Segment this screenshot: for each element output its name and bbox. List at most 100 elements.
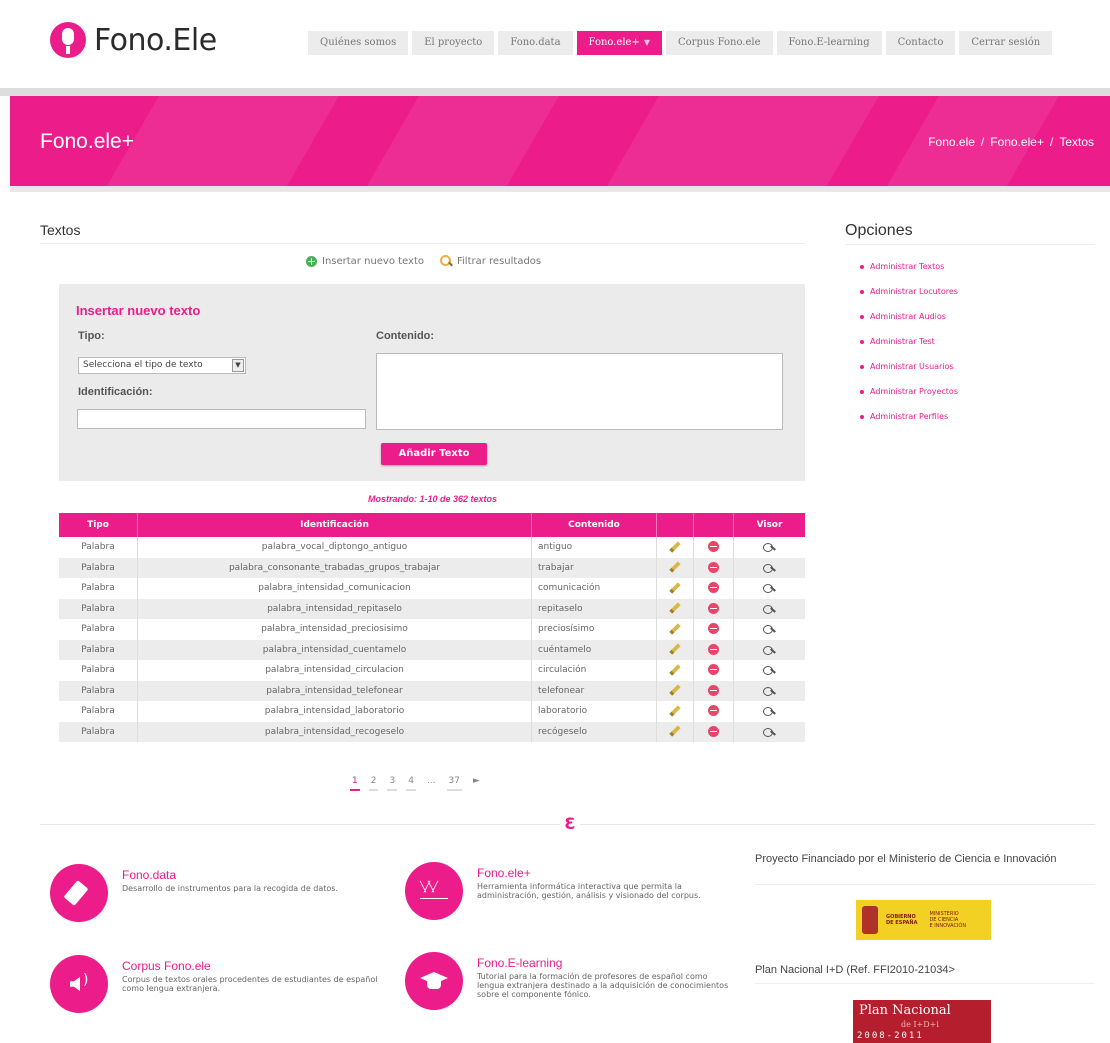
delete-button[interactable] — [694, 619, 734, 640]
texts-table: Tipo Identificación Contenido Visor Pala… — [59, 513, 805, 742]
cell-contenido: comunicación — [532, 578, 657, 599]
page-link-2[interactable]: 2 — [368, 776, 379, 791]
magnifier-icon — [763, 563, 776, 573]
view-button[interactable] — [734, 619, 805, 640]
sidebar-item-administrar-usuarios[interactable]: Administrar Usuarios — [860, 354, 958, 379]
contenido-textarea[interactable] — [376, 353, 783, 430]
header-divider — [0, 88, 1110, 96]
view-button[interactable] — [734, 599, 805, 620]
delete-button[interactable] — [694, 639, 734, 660]
delete-button[interactable] — [694, 578, 734, 599]
feature-fono-e-learning[interactable]: Fono.E-learning Tutorial para la formaci… — [405, 952, 735, 1010]
magnifier-icon — [763, 665, 776, 675]
nav-item-corpus-fono-ele[interactable]: Corpus Fono.ele — [666, 31, 773, 55]
feature-desc: Desarrollo de instrumentos para la recog… — [122, 884, 339, 893]
nav-item-label: Cerrar sesión — [971, 37, 1041, 48]
delete-icon — [708, 602, 719, 614]
pagination: 1 2 3 4... 37 ► — [350, 776, 482, 791]
cell-identificacion: palabra_consonante_trabadas_grupos_traba… — [138, 557, 532, 578]
sidebar-item-administrar-test[interactable]: Administrar Test — [860, 329, 958, 354]
insert-text-link[interactable]: Insertar nuevo texto — [306, 255, 424, 267]
delete-button[interactable] — [694, 721, 734, 742]
breadcrumb-separator: / — [1049, 135, 1054, 149]
next-page-icon[interactable]: ► — [471, 776, 482, 791]
identificacion-input[interactable] — [77, 409, 366, 429]
feature-corpus-fono-ele[interactable]: Corpus Fono.ele Corpus de textos orales … — [50, 955, 380, 1013]
view-button[interactable] — [734, 640, 805, 661]
view-button[interactable] — [734, 558, 805, 579]
nav-item-cerrar-sesi-n[interactable]: Cerrar sesión — [959, 31, 1053, 55]
sidebar-item-administrar-textos[interactable]: Administrar Textos — [860, 254, 958, 279]
edit-button[interactable] — [657, 701, 694, 722]
sidebar-item-administrar-perfiles[interactable]: Administrar Perfiles — [860, 404, 958, 429]
page-link-last[interactable]: 37 — [446, 776, 462, 791]
cell-contenido: preciosísimo — [532, 619, 657, 640]
table-row: Palabra palabra_vocal_diptongo_antiguo ant… — [59, 537, 805, 558]
delete-icon — [708, 582, 719, 593]
breadcrumb-home[interactable]: Fono.ele — [928, 135, 975, 149]
nav-item-label: Contacto — [897, 37, 944, 48]
insert-text-label: Insertar nuevo texto — [322, 255, 424, 267]
tipo-select-value: Selecciona el tipo de texto — [83, 360, 203, 370]
edit-button[interactable] — [657, 721, 694, 742]
add-text-button[interactable]: Añadir Texto — [381, 443, 487, 465]
tipo-select[interactable]: Selecciona el tipo de texto ▼ — [78, 357, 246, 374]
table-row: Palabra palabra_intensidad_recogeselo recó… — [59, 721, 805, 743]
view-button[interactable] — [734, 660, 805, 681]
graduation-cap-icon — [405, 952, 463, 1010]
filter-results-link[interactable]: Filtrar resultados — [440, 255, 541, 267]
edit-button[interactable] — [657, 680, 694, 701]
edit-button[interactable] — [657, 557, 694, 578]
cell-tipo: Palabra — [59, 557, 138, 578]
funding-divider — [755, 884, 1095, 885]
chevron-down-icon: ▼ — [643, 38, 650, 47]
view-button[interactable] — [734, 537, 805, 558]
nav-item-fono-e-learning[interactable]: Fono.E-learning — [776, 31, 882, 55]
sidebar-item-administrar-audios[interactable]: Administrar Audios — [860, 304, 958, 329]
edit-button[interactable] — [657, 537, 694, 558]
delete-button[interactable] — [694, 680, 734, 701]
feature-fono-data[interactable]: Fono.data Desarrollo de instrumentos par… — [50, 864, 380, 922]
view-button[interactable] — [734, 701, 805, 722]
breadcrumb-fono-ele-plus[interactable]: Fono.ele+ — [990, 135, 1044, 149]
sidebar-item-administrar-locutores[interactable]: Administrar Locutores — [860, 279, 958, 304]
edit-button[interactable] — [657, 598, 694, 619]
nav-item-fono-ele[interactable]: Fono.ele+ ▼ — [576, 31, 662, 55]
table-row: Palabra palabra_consonante_trabadas_grupo… — [59, 557, 805, 579]
delete-button[interactable] — [694, 660, 734, 681]
sidebar-title: Opciones — [845, 222, 913, 239]
delete-button[interactable] — [694, 598, 734, 619]
feature-desc: Corpus de textos orales procedentes de e… — [122, 975, 378, 993]
table-row: Palabra palabra_intensidad_repitaselo repi… — [59, 598, 805, 620]
edit-button[interactable] — [657, 619, 694, 640]
edit-button[interactable] — [657, 660, 694, 681]
header-tipo[interactable]: Tipo — [59, 513, 138, 537]
header-contenido[interactable]: Contenido — [532, 513, 657, 537]
nav-item-label: Corpus Fono.ele — [678, 37, 761, 48]
magnifier-icon — [763, 645, 776, 655]
contenido-label: Contenido: — [376, 330, 435, 342]
view-button[interactable] — [734, 578, 805, 599]
table-row: Palabra palabra_intensidad_comunicacion co… — [59, 578, 805, 599]
header-identificacion[interactable]: Identificación — [138, 513, 532, 537]
feature-fono-ele-plus[interactable]: Fono.ele+ Herramienta informática intera… — [405, 862, 735, 920]
site-logo[interactable]: Fono.Ele — [50, 22, 217, 58]
delete-button[interactable] — [694, 537, 734, 558]
nav-item-qui-nes-somos[interactable]: Quiénes somos — [308, 31, 409, 55]
page-link-4[interactable]: 4 — [406, 776, 416, 791]
edit-button[interactable] — [657, 639, 694, 660]
edit-button[interactable] — [657, 578, 694, 599]
page-link-3[interactable]: 3 — [387, 776, 398, 791]
delete-button[interactable] — [694, 701, 734, 722]
nav-item-el-proyecto[interactable]: El proyecto — [412, 31, 495, 55]
page-link-1[interactable]: 1 — [350, 776, 360, 791]
magnifier-icon — [763, 583, 776, 593]
add-icon — [306, 255, 317, 267]
search-icon — [440, 255, 452, 267]
view-button[interactable] — [734, 681, 805, 702]
view-button[interactable] — [734, 722, 805, 743]
sidebar-item-administrar-proyectos[interactable]: Administrar Proyectos — [860, 379, 958, 404]
delete-button[interactable] — [694, 557, 734, 578]
nav-item-fono-data[interactable]: Fono.data — [498, 31, 573, 55]
nav-item-contacto[interactable]: Contacto — [885, 31, 956, 55]
